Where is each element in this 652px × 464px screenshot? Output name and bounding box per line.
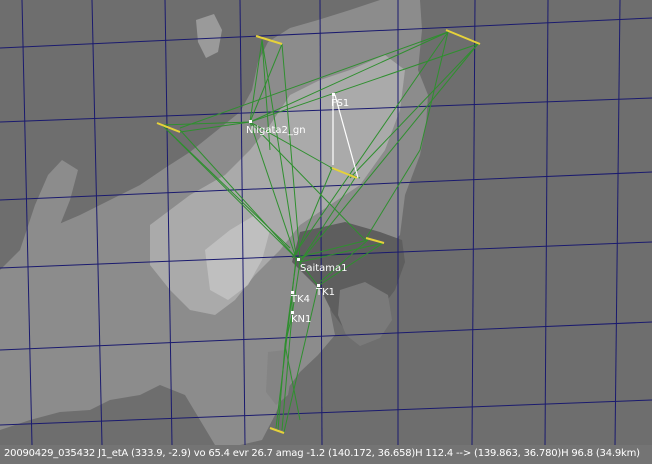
station-label-niigata: Niigata2_gn bbox=[246, 125, 306, 136]
station-marker-saitama bbox=[297, 258, 300, 261]
station-label-fs1: FS1 bbox=[331, 98, 349, 109]
station-label-tk4: TK4 bbox=[290, 294, 310, 305]
station-label-saitama: Saitama1 bbox=[300, 263, 348, 274]
meteor-trajectory-map[interactable]: FS1 Niigata2_gn Saitama1 TK1 TK4 KN1 bbox=[0, 0, 652, 445]
station-label-kn1: KN1 bbox=[291, 314, 311, 325]
station-marker-fs1 bbox=[332, 93, 335, 96]
map-view[interactable]: FS1 Niigata2_gn Saitama1 TK1 TK4 KN1 200… bbox=[0, 0, 652, 464]
station-label-tk1: TK1 bbox=[315, 287, 335, 298]
station-marker-niigata bbox=[249, 120, 252, 123]
status-bar: 20090429_035432 J1_etA (333.9, -2.9) vo … bbox=[0, 445, 652, 464]
status-text: 20090429_035432 J1_etA (333.9, -2.9) vo … bbox=[4, 448, 640, 459]
